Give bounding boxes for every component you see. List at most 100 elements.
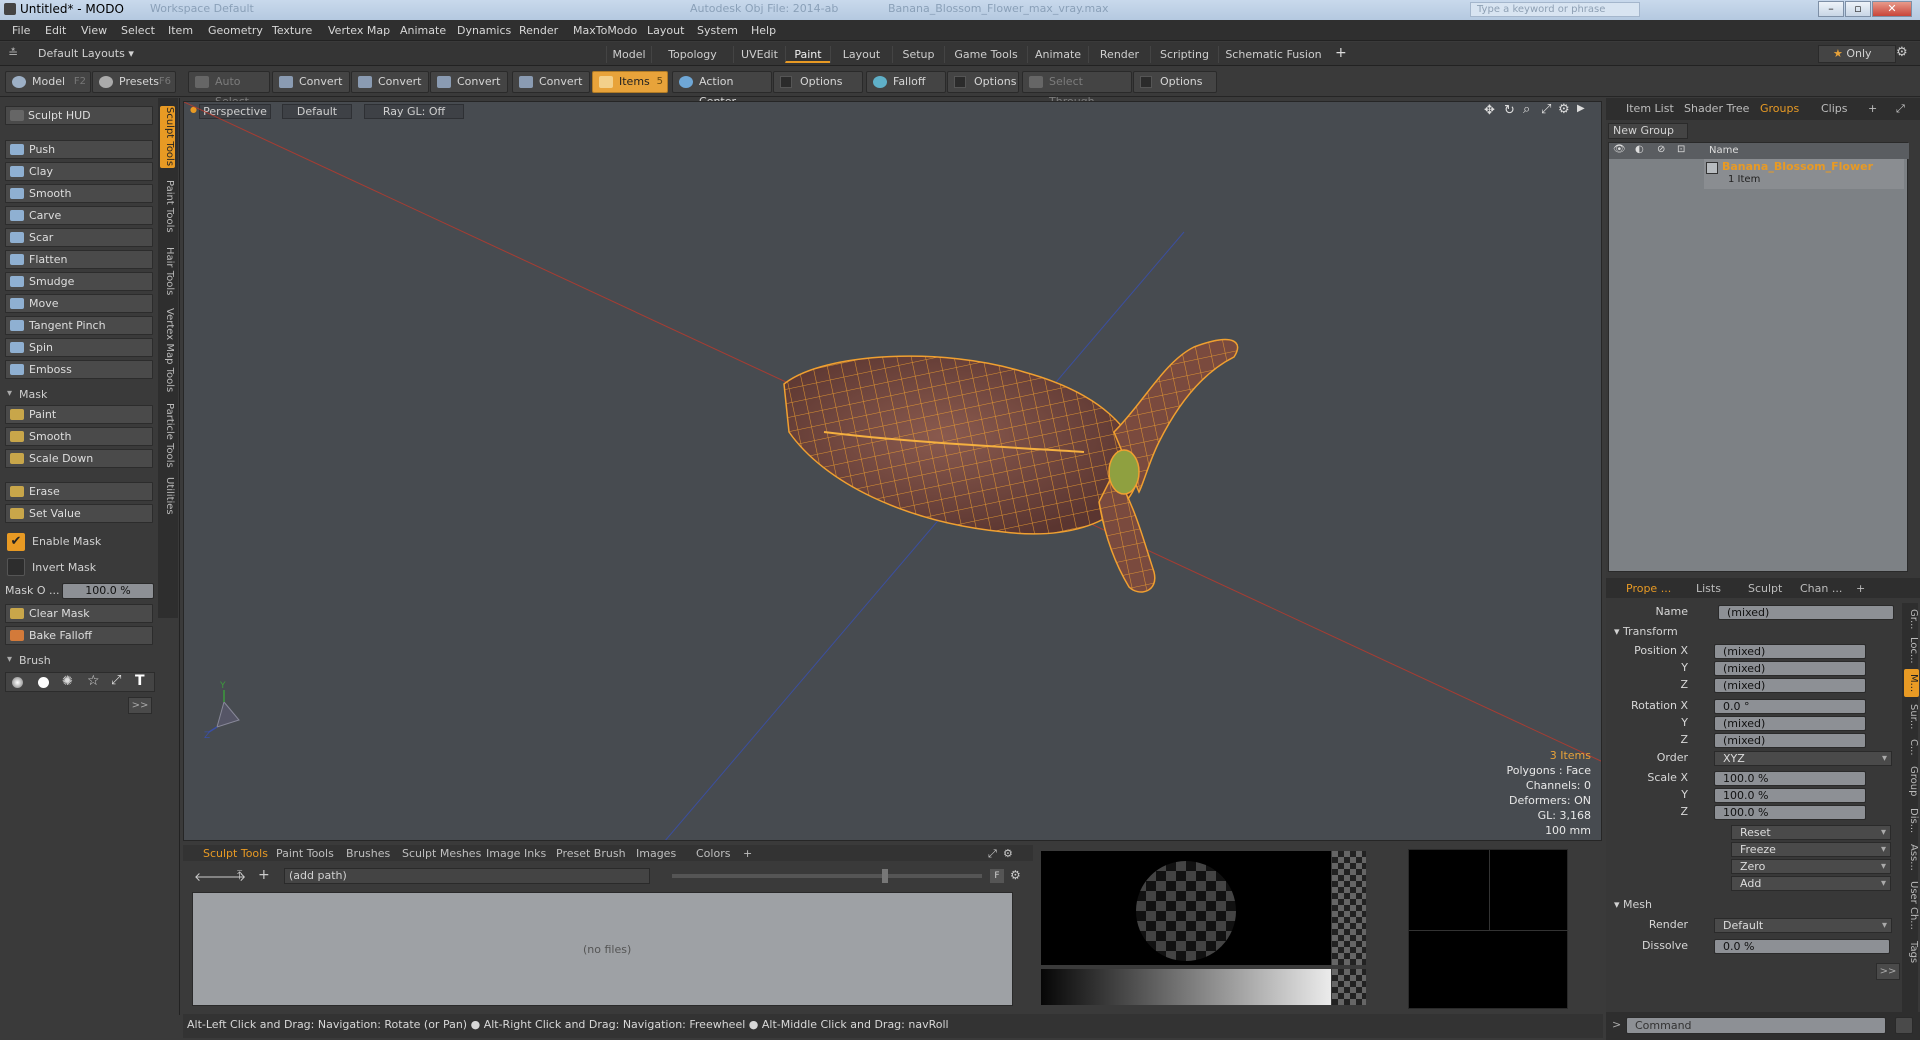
mask-scale-down[interactable]: Scale Down bbox=[5, 449, 153, 468]
falloff-button[interactable]: Falloff bbox=[866, 71, 946, 93]
order-dropdown[interactable]: XYZ bbox=[1714, 751, 1892, 766]
star-brush-icon[interactable]: ☆ bbox=[87, 673, 100, 689]
convert-edges-button[interactable]: Convert bbox=[351, 71, 429, 93]
tool-clay[interactable]: Clay bbox=[5, 162, 153, 181]
vtab-utilities[interactable]: Utilities bbox=[160, 476, 175, 516]
convert-materials-button[interactable]: Convert bbox=[512, 71, 590, 93]
menu-select[interactable]: Select bbox=[121, 24, 155, 37]
tab-uvedit[interactable]: UVEdit bbox=[733, 46, 785, 63]
presets-button[interactable]: Presets F6 bbox=[92, 71, 176, 93]
rotation-x-field[interactable]: 0.0 ° bbox=[1714, 699, 1866, 714]
file-browser[interactable]: (no files) bbox=[192, 892, 1013, 1006]
tab-model[interactable]: Model bbox=[606, 46, 651, 63]
side-tab-dis[interactable]: Dis... bbox=[1904, 805, 1919, 837]
btab-brushes[interactable]: Brushes bbox=[346, 847, 390, 860]
tab-game-tools[interactable]: Game Tools bbox=[944, 46, 1027, 63]
tool-scar[interactable]: Scar bbox=[5, 228, 153, 247]
name-field[interactable]: (mixed) bbox=[1718, 605, 1894, 620]
add-button[interactable]: Add bbox=[1731, 876, 1891, 891]
menu-dynamics[interactable]: Dynamics bbox=[457, 24, 511, 37]
name-column-header[interactable]: Name bbox=[1709, 145, 1739, 156]
action-center-button[interactable]: Action Center bbox=[672, 71, 772, 108]
scale-x-field[interactable]: 100.0 % bbox=[1714, 771, 1866, 786]
sculpt-hud-button[interactable]: Sculpt HUD bbox=[5, 106, 153, 125]
tool-carve[interactable]: Carve bbox=[5, 206, 153, 225]
tab-sculpt[interactable]: Sculpt bbox=[1748, 582, 1782, 595]
menu-vertex-map[interactable]: Vertex Map bbox=[328, 24, 390, 37]
bake-falloff-button[interactable]: Bake Falloff bbox=[5, 626, 153, 645]
tool-smudge[interactable]: Smudge bbox=[5, 272, 153, 291]
procedural-brush-icon[interactable]: ⤢ bbox=[111, 673, 121, 688]
group-row[interactable]: Banana_Blossom_Flower 1 Item bbox=[1704, 159, 1904, 189]
add-path-icon[interactable]: + bbox=[258, 867, 270, 883]
menu-maxtomodo[interactable]: MaxToModo bbox=[573, 24, 637, 37]
tool-push[interactable]: Push bbox=[5, 140, 153, 159]
new-group-button[interactable]: New Group bbox=[1608, 123, 1688, 139]
render-dropdown[interactable]: Default bbox=[1714, 918, 1892, 933]
mask-set-value[interactable]: Set Value bbox=[5, 504, 153, 523]
tab-add[interactable]: + bbox=[1868, 102, 1877, 115]
mask-section[interactable]: Mask bbox=[5, 388, 155, 404]
tab-shader-tree[interactable]: Shader Tree bbox=[1684, 102, 1749, 115]
action-center-options[interactable]: Options bbox=[773, 71, 863, 93]
btab-image-inks[interactable]: Image Inks bbox=[486, 847, 546, 860]
side-tab-loc[interactable]: Loc... bbox=[1904, 635, 1919, 665]
invert-mask-checkbox[interactable] bbox=[7, 558, 25, 576]
position-z-field[interactable]: (mixed) bbox=[1714, 678, 1866, 693]
tab-props-add[interactable]: + bbox=[1856, 582, 1865, 595]
clear-mask-button[interactable]: Clear Mask bbox=[5, 604, 153, 623]
mask-smooth[interactable]: Smooth bbox=[5, 427, 153, 446]
tab-channels[interactable]: Chan ... bbox=[1800, 582, 1842, 595]
select-through-options[interactable]: Options bbox=[1133, 71, 1217, 93]
rotation-z-field[interactable]: (mixed) bbox=[1714, 733, 1866, 748]
mask-opacity-field[interactable]: 100.0 % bbox=[62, 583, 154, 599]
tool-flatten[interactable]: Flatten bbox=[5, 250, 153, 269]
banana-blossom-mesh[interactable] bbox=[783, 338, 1239, 593]
position-y-field[interactable]: (mixed) bbox=[1714, 661, 1866, 676]
splatter-brush-icon[interactable]: ✺ bbox=[62, 674, 73, 689]
brush-section[interactable]: Brush bbox=[5, 654, 155, 670]
props-more-button[interactable]: >> bbox=[1876, 963, 1900, 980]
btab-sculpt-tools[interactable]: Sculpt Tools bbox=[203, 847, 268, 860]
position-x-field[interactable]: (mixed) bbox=[1714, 644, 1866, 659]
tab-setup[interactable]: Setup bbox=[892, 46, 944, 63]
side-tab-user-ch[interactable]: User Ch... bbox=[1904, 877, 1919, 933]
tab-paint[interactable]: Paint bbox=[785, 46, 830, 63]
tool-spin[interactable]: Spin bbox=[5, 338, 153, 357]
tool-emboss[interactable]: Emboss bbox=[5, 360, 153, 379]
layouts-icon[interactable]: ≛ bbox=[8, 46, 18, 60]
menu-geometry[interactable]: Geometry bbox=[208, 24, 263, 37]
path-settings-icon[interactable]: ⚙ bbox=[1010, 868, 1021, 882]
brush-more-button[interactable]: >> bbox=[128, 697, 152, 714]
layouts-dropdown[interactable]: Default Layouts ▾ bbox=[38, 47, 134, 60]
tab-scripting[interactable]: Scripting bbox=[1150, 46, 1218, 63]
path-dropdown[interactable]: (add path) bbox=[284, 868, 650, 884]
side-tab-group[interactable]: Group bbox=[1904, 761, 1919, 801]
minimize-button[interactable]: – bbox=[1818, 1, 1844, 17]
side-tab-ass[interactable]: Ass... bbox=[1904, 841, 1919, 873]
tab-schematic-fusion[interactable]: Schematic Fusion bbox=[1218, 46, 1328, 63]
menu-animate[interactable]: Animate bbox=[400, 24, 446, 37]
gear-icon[interactable]: ⚙ bbox=[1896, 45, 1908, 60]
menu-edit[interactable]: Edit bbox=[45, 24, 66, 37]
vtab-vertex-map-tools[interactable]: Vertex Map Tools bbox=[160, 308, 175, 393]
menu-file[interactable]: File bbox=[12, 24, 30, 37]
tab-animate[interactable]: Animate bbox=[1027, 46, 1088, 63]
mask-erase[interactable]: Erase bbox=[5, 482, 153, 501]
select-through-button[interactable]: Select Through bbox=[1022, 71, 1132, 108]
btab-add[interactable]: + bbox=[743, 847, 752, 860]
mask-paint[interactable]: Paint bbox=[5, 405, 153, 424]
tab-groups[interactable]: Groups bbox=[1760, 102, 1799, 115]
only-toggle[interactable]: ★ Only bbox=[1818, 45, 1896, 63]
reset-button[interactable]: Reset bbox=[1731, 825, 1891, 840]
btab-paint-tools[interactable]: Paint Tools bbox=[276, 847, 334, 860]
tab-properties[interactable]: Prope ... bbox=[1626, 582, 1671, 595]
menu-layout[interactable]: Layout bbox=[647, 24, 684, 37]
thumbnail-size-slider[interactable] bbox=[672, 874, 982, 878]
items-mode-button[interactable]: Items 5 bbox=[592, 71, 668, 93]
scale-y-field[interactable]: 100.0 % bbox=[1714, 788, 1866, 803]
freeze-button[interactable]: Freeze bbox=[1731, 842, 1891, 857]
up-folder-icon[interactable]: ⤒ bbox=[237, 868, 242, 883]
tab-layout[interactable]: Layout bbox=[830, 46, 892, 63]
dissolve-field[interactable]: 0.0 % bbox=[1714, 939, 1890, 954]
